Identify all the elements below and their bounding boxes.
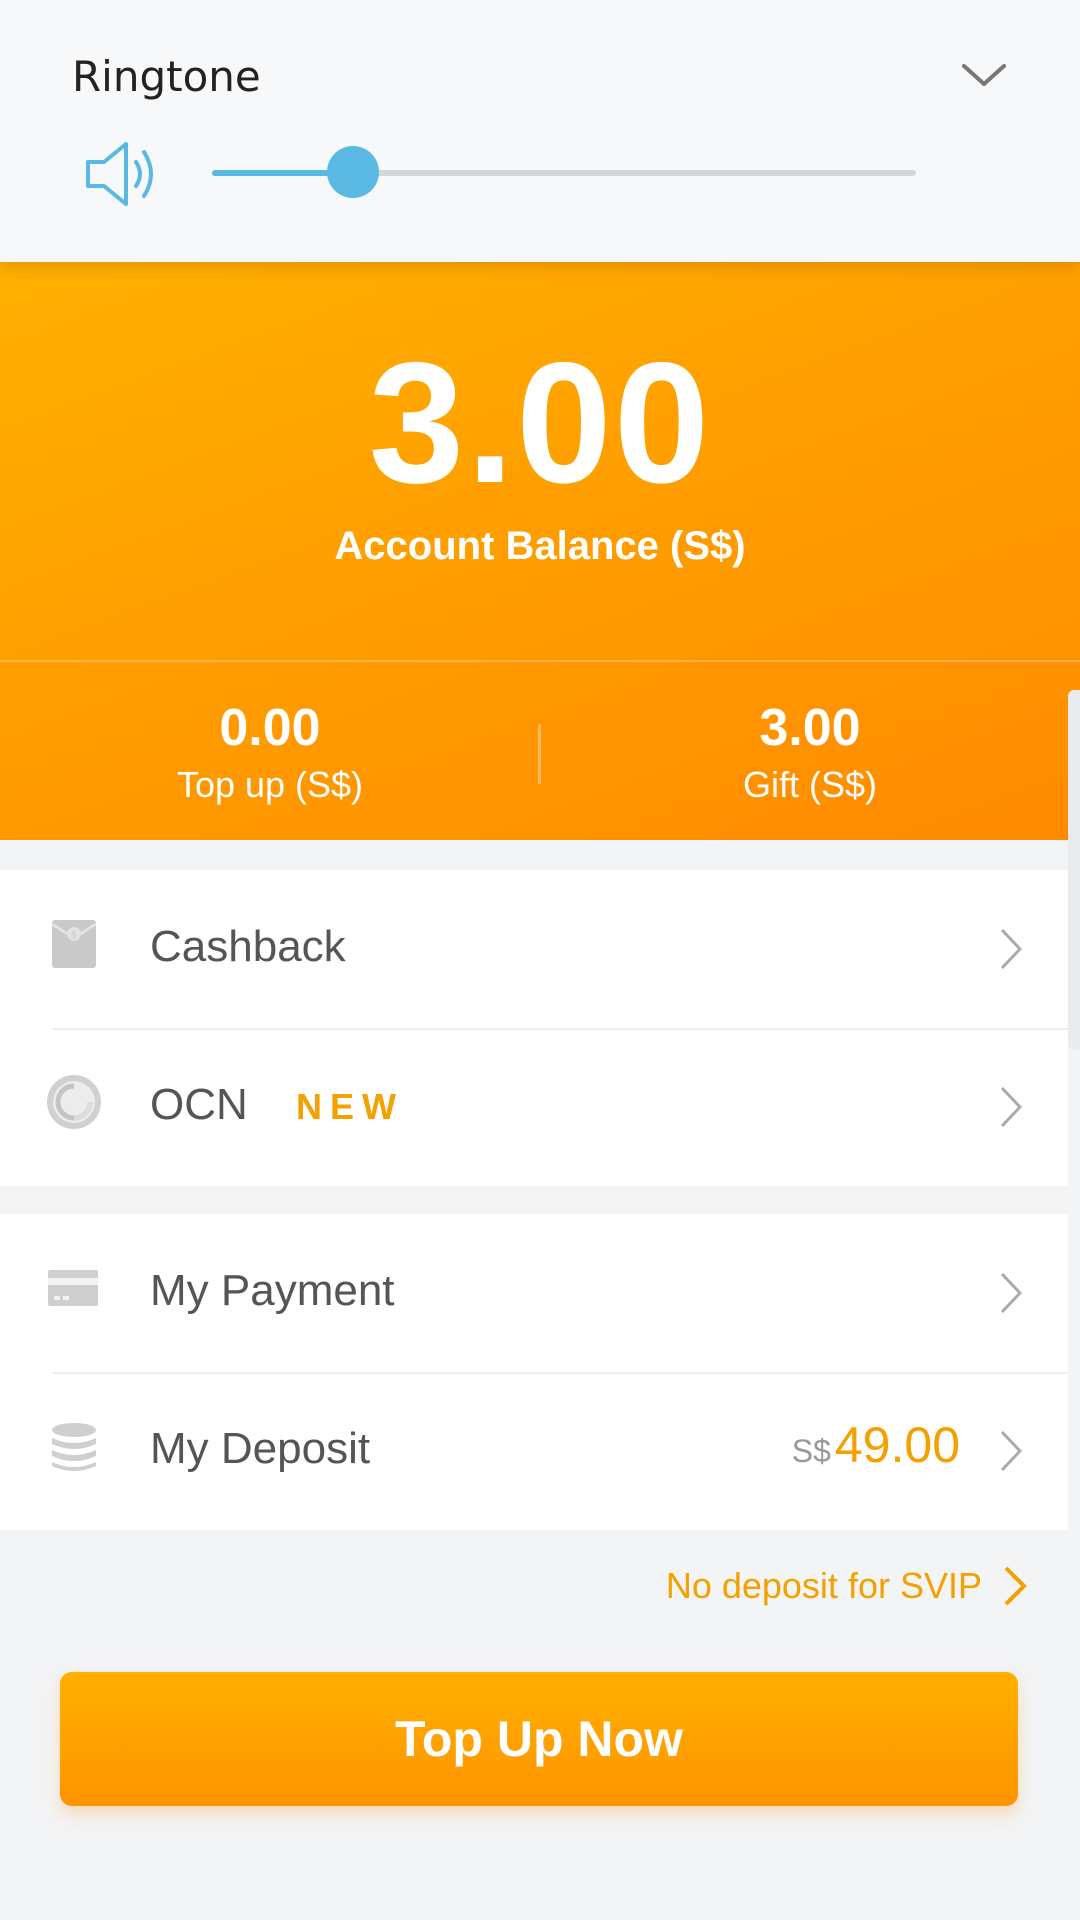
top-up-now-button[interactable]: Top Up Now — [60, 1672, 1018, 1806]
topup-value: 0.00 — [219, 699, 321, 757]
coin-stack-icon — [52, 1423, 96, 1471]
balance-header: 3.00 Account Balance (S$) 0.00 Top up (S… — [0, 262, 1080, 840]
new-badge: NEW — [296, 1086, 404, 1127]
divider — [0, 660, 1080, 662]
card-icon — [48, 1270, 98, 1306]
ringtone-label: Ringtone — [72, 52, 261, 101]
chevron-right-icon — [1000, 1086, 1023, 1128]
chevron-right-icon — [1000, 1430, 1023, 1472]
my-payment-label: My Payment — [150, 1266, 395, 1315]
menu-item-my-deposit[interactable]: My Deposit S$49.00 — [0, 1372, 1068, 1530]
scroll-edge — [1068, 690, 1080, 1050]
cashback-label: Cashback — [150, 922, 346, 971]
volume-panel: Ringtone — [0, 0, 1080, 262]
menu-group-rewards: $ Cashback OCN NEW — [0, 870, 1068, 1186]
ocn-label: OCN — [150, 1080, 248, 1129]
gift-value: 3.00 — [759, 699, 861, 757]
menu-item-my-payment[interactable]: My Payment — [0, 1214, 1068, 1372]
chevron-right-icon — [1000, 928, 1023, 970]
gift-summary[interactable]: 3.00 Gift (S$) — [540, 698, 1080, 806]
menu-item-ocn[interactable]: OCN NEW — [0, 1028, 1068, 1186]
account-balance-label: Account Balance (S$) — [334, 524, 746, 568]
menu-item-cashback[interactable]: $ Cashback — [0, 870, 1068, 1028]
gift-label: Gift (S$) — [742, 764, 877, 805]
my-deposit-label: My Deposit — [150, 1424, 371, 1473]
speaker-icon[interactable] — [82, 136, 162, 212]
topup-label: Top up (S$) — [176, 764, 364, 805]
chevron-right-icon — [1000, 1272, 1023, 1314]
slider-thumb[interactable] — [326, 146, 379, 198]
chevron-right-icon — [1004, 1566, 1027, 1606]
account-balance-amount: 3.00 — [368, 327, 712, 519]
svg-text:$: $ — [71, 930, 77, 941]
deposit-amount: S$49.00 — [792, 1416, 960, 1474]
ringtone-volume-slider[interactable] — [212, 146, 916, 198]
deposit-value: 49.00 — [834, 1417, 960, 1473]
deposit-currency: S$ — [791, 1433, 831, 1469]
topup-summary[interactable]: 0.00 Top up (S$) — [0, 698, 540, 806]
cashback-envelope-icon: $ — [51, 920, 97, 968]
ocn-icon — [47, 1075, 101, 1129]
chevron-down-icon[interactable] — [958, 56, 1010, 96]
svip-link[interactable]: No deposit for SVIP — [666, 1564, 1028, 1608]
svip-link-label: No deposit for SVIP — [665, 1565, 982, 1606]
menu-group-payment: My Payment My Deposit S$49.00 — [0, 1214, 1068, 1530]
